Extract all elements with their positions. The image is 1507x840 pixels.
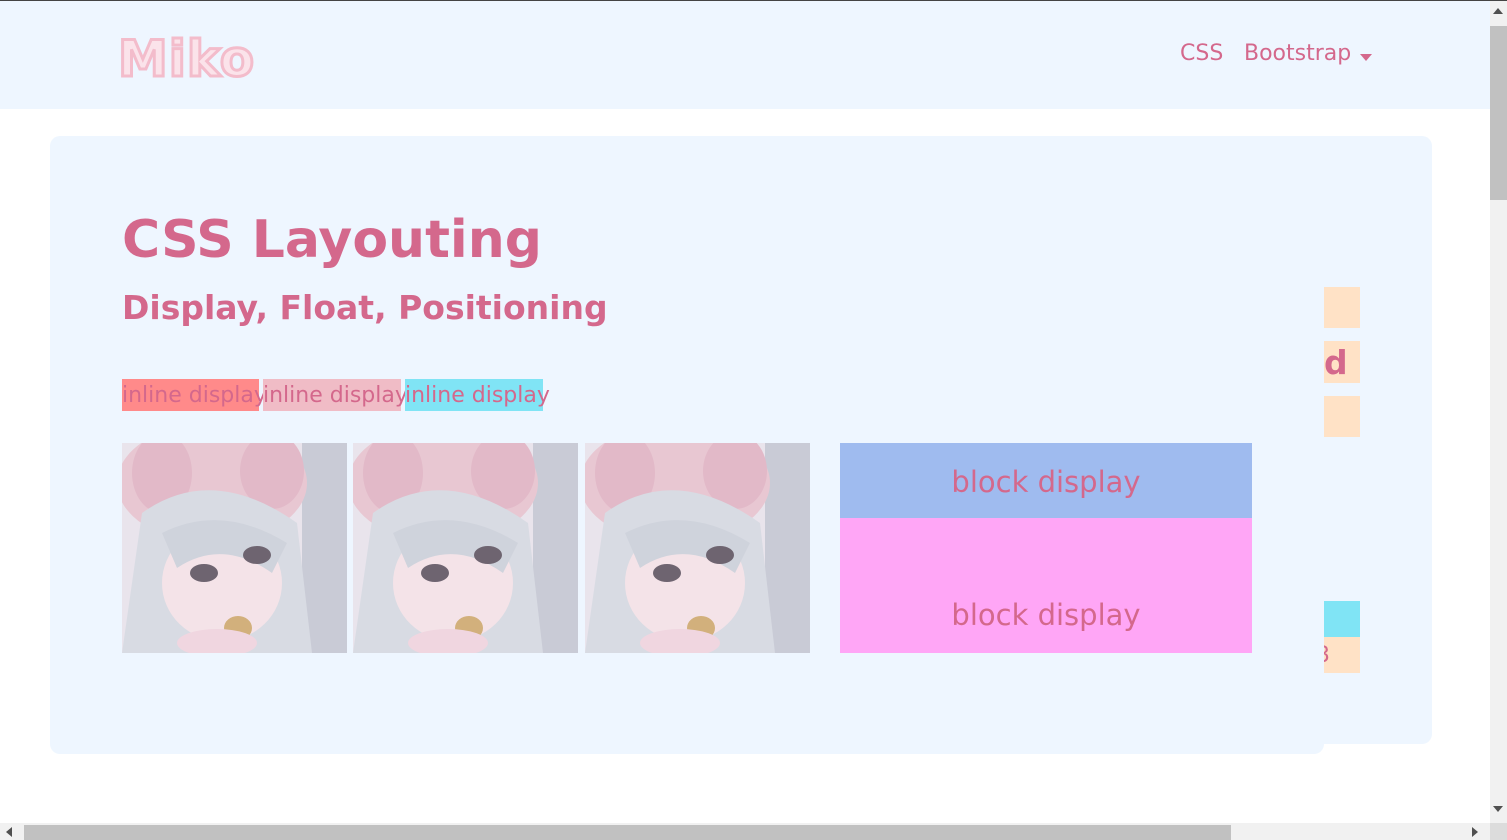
scroll-left-icon[interactable] (6, 827, 12, 837)
nav-link-css[interactable]: CSS (1180, 41, 1223, 66)
side-positioned-box (1324, 287, 1360, 328)
page-title: CSS Layouting (122, 210, 542, 270)
block-display-box: block display (840, 443, 1252, 518)
side-positioned-box: d (1324, 341, 1360, 383)
scroll-right-icon[interactable] (1472, 827, 1478, 837)
inline-display-item: inline display (122, 379, 267, 411)
scrollbar-corner (1490, 823, 1507, 840)
doll-photo (353, 443, 578, 653)
navbar: Miko CSS Bootstrap (0, 1, 1490, 109)
inline-display-row: inline displayinline displayinline displ… (122, 379, 550, 411)
inline-display-item: inline display (263, 379, 408, 411)
scroll-down-icon[interactable] (1493, 806, 1503, 812)
block-display-box: block display (840, 518, 1252, 653)
miko-logo[interactable]: Miko (117, 30, 308, 89)
doll-photo (585, 443, 810, 653)
inline-display-item: inline display (405, 379, 550, 411)
vertical-scrollbar-thumb[interactable] (1490, 26, 1507, 200)
side-box-text: 3 (1324, 643, 1330, 668)
side-positioned-box (1324, 396, 1360, 437)
logo-text: Miko (117, 30, 256, 89)
horizontal-scrollbar-thumb[interactable] (24, 825, 1231, 840)
chevron-down-icon[interactable] (1360, 54, 1372, 61)
nav-link-bootstrap-dropdown[interactable]: Bootstrap (1244, 41, 1351, 66)
side-positioned-box (1324, 601, 1360, 637)
side-positioned-box: 3 (1324, 637, 1360, 673)
doll-photo (122, 443, 347, 653)
page-subtitle: Display, Float, Positioning (122, 288, 608, 327)
content-card-overflow (50, 700, 1324, 754)
scroll-up-icon[interactable] (1493, 8, 1503, 14)
side-box-text: d (1324, 343, 1348, 382)
block-display-label: block display (951, 598, 1141, 632)
